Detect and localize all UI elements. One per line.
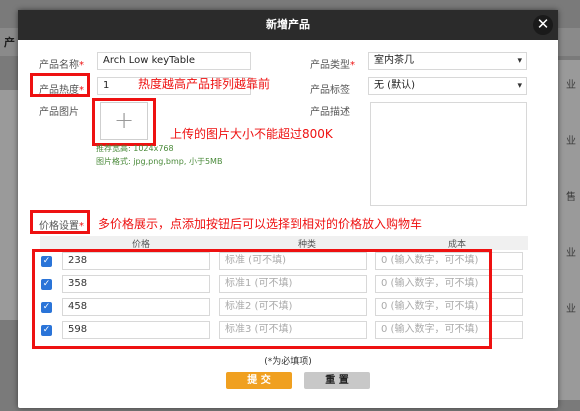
chevron-down-icon: ▾ — [517, 81, 522, 91]
background-label: 产 — [4, 36, 15, 49]
heat-annotation: 热度越高产品排列越靠前 — [138, 77, 271, 91]
background-left-panel — [0, 90, 18, 320]
product-tag-label: 产品标签 — [310, 85, 350, 96]
product-name-label: 产品名称* — [39, 60, 84, 71]
close-icon[interactable]: ✕ — [533, 15, 553, 35]
heat-label-highlight — [30, 73, 90, 97]
product-type-label: 产品类型* — [310, 60, 355, 71]
background-right-text-5: 业 — [566, 304, 576, 315]
background-right-text-3: 售 — [566, 192, 576, 203]
background-right-text-4: 业 — [566, 248, 576, 259]
image-size-hint: 推荐宽高: 1024x768 — [96, 144, 174, 153]
image-format-hint: 图片格式: jpg,png,bmp, 小于5MB — [96, 157, 223, 166]
image-annotation: 上传的图片大小不能超过800K — [170, 127, 333, 141]
price-table-highlight — [32, 249, 492, 349]
price-annotation: 多价格展示，点添加按钮后可以选择到相对的价格放入购物车 — [98, 217, 423, 231]
price-label-highlight — [30, 210, 90, 234]
product-type-select[interactable]: 室内茶几 ▾ — [368, 52, 527, 70]
dialog-title: 新增产品 — [18, 10, 558, 40]
product-tag-select[interactable]: 无 (默认) ▾ — [368, 77, 527, 95]
product-description-textarea[interactable] — [370, 102, 527, 206]
upload-highlight — [92, 98, 156, 146]
product-name-input[interactable]: Arch Low keyTable — [97, 52, 251, 70]
background-right-text-1: 业 — [566, 80, 576, 91]
background-right-text-2: 业 — [566, 136, 576, 147]
add-product-dialog: 新增产品 ✕ 产品名称* Arch Low keyTable 产品热度* 1 热… — [18, 10, 558, 408]
product-description-label: 产品描述 — [310, 107, 350, 118]
chevron-down-icon: ▾ — [517, 56, 522, 66]
reset-button[interactable]: 重 置 — [304, 372, 370, 389]
submit-button[interactable]: 提 交 — [226, 372, 292, 389]
price-table-header: 价格 种类 成本 — [40, 236, 528, 250]
background-right-panel — [558, 60, 580, 400]
product-image-label: 产品图片 — [39, 107, 79, 118]
required-note: (*为必填项) — [264, 357, 312, 367]
